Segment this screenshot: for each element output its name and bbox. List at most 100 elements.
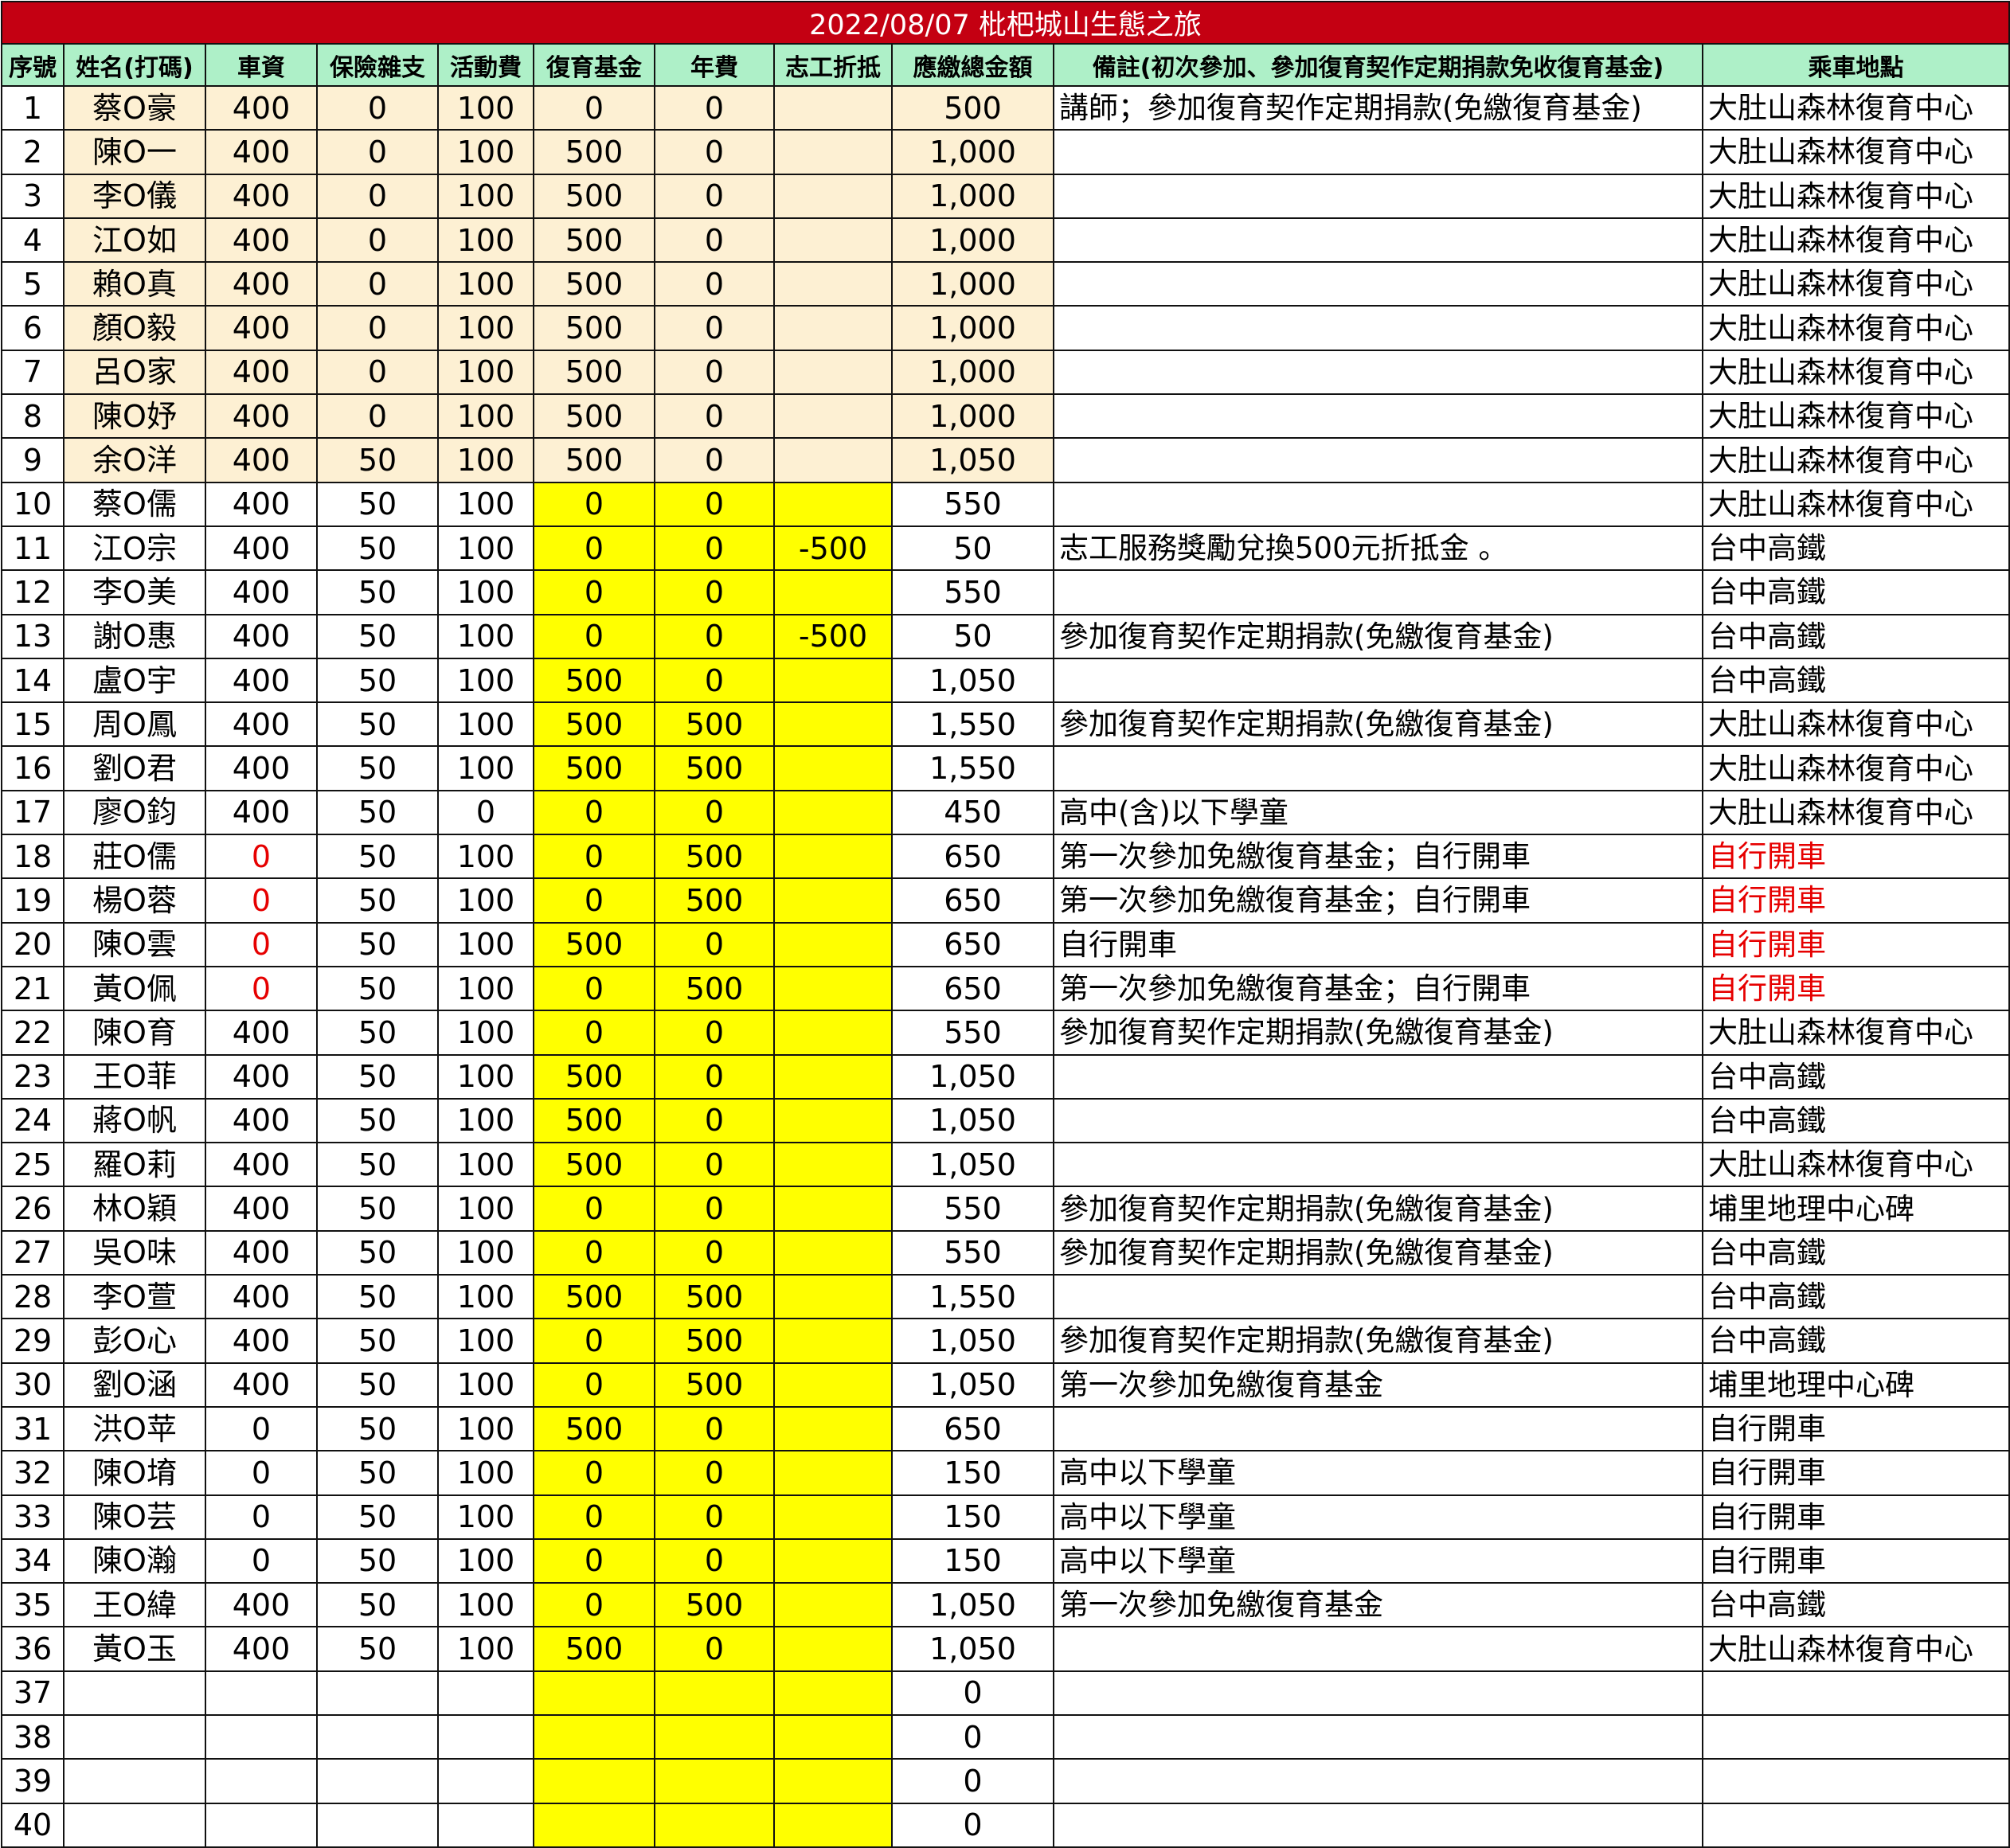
cell-volunteer[interactable] <box>773 1450 893 1496</box>
cell-fare[interactable]: 400 <box>205 1186 318 1232</box>
cell-insurance[interactable] <box>316 1713 439 1760</box>
cell-note[interactable] <box>1053 1097 1703 1144</box>
cell-volunteer[interactable] <box>773 1582 893 1628</box>
cell-fund[interactable]: 500 <box>533 393 655 440</box>
cell-activity[interactable]: 100 <box>437 1362 534 1408</box>
cell-activity[interactable]: 100 <box>437 84 534 131</box>
cell-name[interactable]: 陳O雲 <box>63 921 206 967</box>
cell-volunteer[interactable] <box>773 1053 893 1100</box>
cell-insurance[interactable]: 50 <box>316 1053 439 1100</box>
cell-pickup[interactable]: 台中高鐵 <box>1702 1229 2010 1276</box>
cell-name[interactable]: 莊O儒 <box>63 834 206 880</box>
cell-volunteer[interactable] <box>773 834 893 880</box>
cell-note[interactable] <box>1053 1670 1703 1716</box>
cell-insurance[interactable]: 0 <box>316 84 439 131</box>
cell-activity[interactable]: 100 <box>437 437 534 483</box>
cell-fare[interactable]: 400 <box>205 1053 318 1100</box>
cell-annual-fee[interactable]: 0 <box>654 569 775 615</box>
cell-seq[interactable]: 10 <box>1 481 65 527</box>
cell-total[interactable]: 0 <box>891 1758 1054 1804</box>
cell-annual-fee[interactable]: 0 <box>654 1537 775 1584</box>
cell-fare[interactable]: 400 <box>205 261 318 307</box>
cell-activity[interactable]: 100 <box>437 877 534 924</box>
cell-name[interactable]: 顏O毅 <box>63 305 206 351</box>
cell-activity[interactable]: 100 <box>437 173 534 219</box>
cell-pickup[interactable] <box>1702 1758 2010 1804</box>
cell-pickup[interactable]: 台中高鐵 <box>1702 569 2010 615</box>
cell-annual-fee[interactable]: 0 <box>654 437 775 483</box>
cell-note[interactable] <box>1053 437 1703 483</box>
cell-insurance[interactable]: 50 <box>316 834 439 880</box>
cell-fare[interactable]: 0 <box>205 877 318 924</box>
cell-name[interactable]: 林O穎 <box>63 1186 206 1232</box>
cell-total[interactable]: 550 <box>891 569 1054 615</box>
cell-fare[interactable]: 400 <box>205 349 318 396</box>
cell-fund[interactable]: 0 <box>533 525 655 572</box>
cell-volunteer[interactable] <box>773 745 893 791</box>
cell-pickup[interactable]: 自行開車 <box>1702 834 2010 880</box>
cell-note[interactable] <box>1053 217 1703 264</box>
cell-pickup[interactable] <box>1702 1670 2010 1716</box>
cell-fund[interactable]: 500 <box>533 129 655 175</box>
cell-insurance[interactable]: 50 <box>316 613 439 659</box>
cell-volunteer[interactable] <box>773 1318 893 1364</box>
cell-total[interactable]: 650 <box>891 965 1054 1012</box>
cell-fund[interactable]: 0 <box>533 1362 655 1408</box>
cell-note[interactable] <box>1053 129 1703 175</box>
cell-pickup[interactable]: 大肚山森林復育中心 <box>1702 261 2010 307</box>
cell-name[interactable]: 陳O堉 <box>63 1450 206 1496</box>
cell-name[interactable]: 黃O佩 <box>63 965 206 1012</box>
cell-name[interactable]: 王O菲 <box>63 1053 206 1100</box>
cell-annual-fee[interactable]: 0 <box>654 1229 775 1276</box>
cell-seq[interactable]: 37 <box>1 1670 65 1716</box>
cell-volunteer[interactable] <box>773 1142 893 1188</box>
cell-pickup[interactable]: 大肚山森林復育中心 <box>1702 173 2010 219</box>
cell-fare[interactable]: 400 <box>205 1626 318 1672</box>
cell-total[interactable]: 1,050 <box>891 1582 1054 1628</box>
cell-name[interactable]: 陳O瀚 <box>63 1537 206 1584</box>
cell-volunteer[interactable] <box>773 1713 893 1760</box>
cell-note[interactable] <box>1053 305 1703 351</box>
cell-annual-fee[interactable]: 0 <box>654 1626 775 1672</box>
cell-activity[interactable]: 100 <box>437 525 534 572</box>
cell-note[interactable] <box>1053 1142 1703 1188</box>
cell-activity[interactable]: 100 <box>437 217 534 264</box>
cell-volunteer[interactable]: -500 <box>773 613 893 659</box>
cell-total[interactable]: 1,050 <box>891 1053 1054 1100</box>
cell-activity[interactable]: 100 <box>437 921 534 967</box>
cell-note[interactable]: 參加復育契作定期捐款(免繳復育基金) <box>1053 701 1703 748</box>
cell-note[interactable] <box>1053 393 1703 440</box>
cell-annual-fee[interactable] <box>654 1713 775 1760</box>
cell-pickup[interactable]: 大肚山森林復育中心 <box>1702 481 2010 527</box>
cell-volunteer[interactable] <box>773 1186 893 1232</box>
cell-volunteer[interactable] <box>773 261 893 307</box>
cell-note[interactable]: 高中以下學童 <box>1053 1450 1703 1496</box>
cell-insurance[interactable]: 50 <box>316 525 439 572</box>
cell-total[interactable]: 1,050 <box>891 1626 1054 1672</box>
cell-name[interactable]: 陳O一 <box>63 129 206 175</box>
cell-seq[interactable]: 32 <box>1 1450 65 1496</box>
cell-pickup[interactable]: 自行開車 <box>1702 921 2010 967</box>
cell-insurance[interactable]: 0 <box>316 393 439 440</box>
cell-seq[interactable]: 12 <box>1 569 65 615</box>
cell-annual-fee[interactable]: 0 <box>654 789 775 836</box>
cell-fare[interactable]: 400 <box>205 84 318 131</box>
cell-seq[interactable]: 19 <box>1 877 65 924</box>
cell-fund[interactable]: 500 <box>533 217 655 264</box>
cell-insurance[interactable]: 50 <box>316 1186 439 1232</box>
cell-fund[interactable]: 500 <box>533 921 655 967</box>
cell-activity[interactable]: 100 <box>437 393 534 440</box>
cell-total[interactable]: 1,000 <box>891 305 1054 351</box>
cell-name[interactable]: 陳O育 <box>63 1010 206 1056</box>
cell-name[interactable]: 羅O莉 <box>63 1142 206 1188</box>
cell-insurance[interactable]: 50 <box>316 1450 439 1496</box>
cell-annual-fee[interactable]: 500 <box>654 834 775 880</box>
cell-insurance[interactable]: 50 <box>316 569 439 615</box>
cell-insurance[interactable]: 0 <box>316 305 439 351</box>
cell-activity[interactable]: 100 <box>437 834 534 880</box>
cell-insurance[interactable]: 50 <box>316 437 439 483</box>
cell-volunteer[interactable]: -500 <box>773 525 893 572</box>
cell-activity[interactable]: 100 <box>437 129 534 175</box>
cell-note[interactable] <box>1053 1758 1703 1804</box>
cell-activity[interactable] <box>437 1802 534 1848</box>
